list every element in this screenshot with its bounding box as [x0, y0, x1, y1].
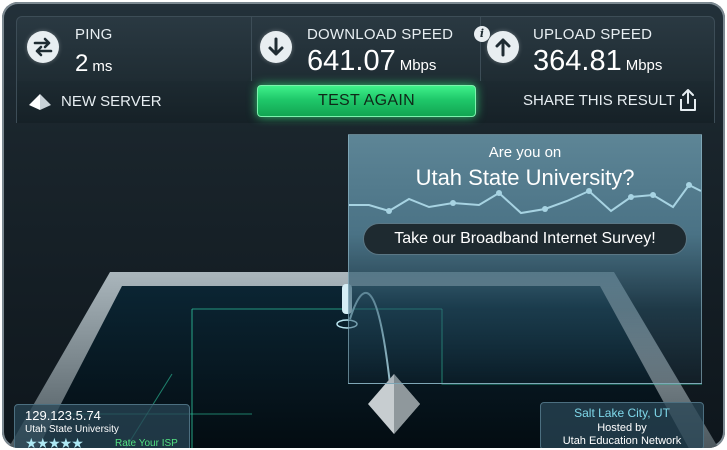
- speedtest-window: PING 2 ms DOWNLOAD SPEED i 641.07 Mbps UPL…: [2, 2, 725, 448]
- client-ip: 129.123.5.74: [25, 408, 101, 423]
- share-result-button[interactable]: SHARE THIS RESULT: [523, 92, 675, 109]
- action-bar: NEW SERVER TEST AGAIN SHARE THIS RESULT: [16, 81, 715, 123]
- exchange-arrows-icon: [27, 31, 59, 63]
- upload-value: 364.81 Mbps: [533, 45, 662, 78]
- isp-question: Are you on: [488, 144, 562, 161]
- download-label: DOWNLOAD SPEED: [307, 26, 454, 43]
- download-stat: DOWNLOAD SPEED i 641.07 Mbps: [251, 17, 490, 81]
- share-icon[interactable]: [677, 87, 699, 113]
- host-network: Utah Education Network: [562, 435, 682, 447]
- results-stage: Are you on Utah State University? Take o…: [2, 124, 725, 448]
- ping-number: 2: [75, 50, 89, 77]
- upload-label: UPLOAD SPEED: [533, 26, 653, 43]
- arrow-down-icon: [260, 31, 292, 63]
- upload-number: 364.81: [533, 45, 622, 77]
- client-info-box: 129.123.5.74 Utah State University ★★★★★…: [14, 404, 190, 448]
- rating-stars[interactable]: ★★★★★: [25, 435, 84, 448]
- server-info-box: Salt Lake City, UT Hosted by Utah Educat…: [540, 402, 704, 448]
- download-value: 641.07 Mbps: [307, 45, 436, 78]
- download-unit: Mbps: [399, 57, 437, 74]
- ping-value: 2 ms: [75, 50, 112, 78]
- ping-unit: ms: [92, 58, 113, 75]
- ping-stat: PING 2 ms: [17, 17, 249, 81]
- broadband-survey-button[interactable]: Take our Broadband Internet Survey!: [363, 223, 687, 255]
- rate-isp-link[interactable]: Rate Your ISP: [115, 438, 178, 448]
- server-pyramid-icon: [29, 94, 51, 110]
- stats-bar: PING 2 ms DOWNLOAD SPEED i 641.07 Mbps UPL…: [16, 16, 715, 82]
- upload-unit: Mbps: [625, 57, 663, 74]
- arrow-up-icon: [487, 31, 519, 63]
- new-server-label: NEW SERVER: [61, 93, 162, 110]
- download-number: 641.07: [307, 45, 396, 77]
- upload-stat: UPLOAD SPEED 364.81 Mbps: [481, 17, 714, 81]
- test-again-button[interactable]: TEST AGAIN: [257, 85, 476, 117]
- server-city[interactable]: Salt Lake City, UT: [541, 406, 703, 420]
- hosted-by-label: Hosted by: [597, 422, 647, 434]
- ping-label: PING: [75, 26, 113, 43]
- isp-survey-panel: Are you on Utah State University? Take o…: [348, 134, 702, 384]
- client-isp: Utah State University: [25, 424, 119, 435]
